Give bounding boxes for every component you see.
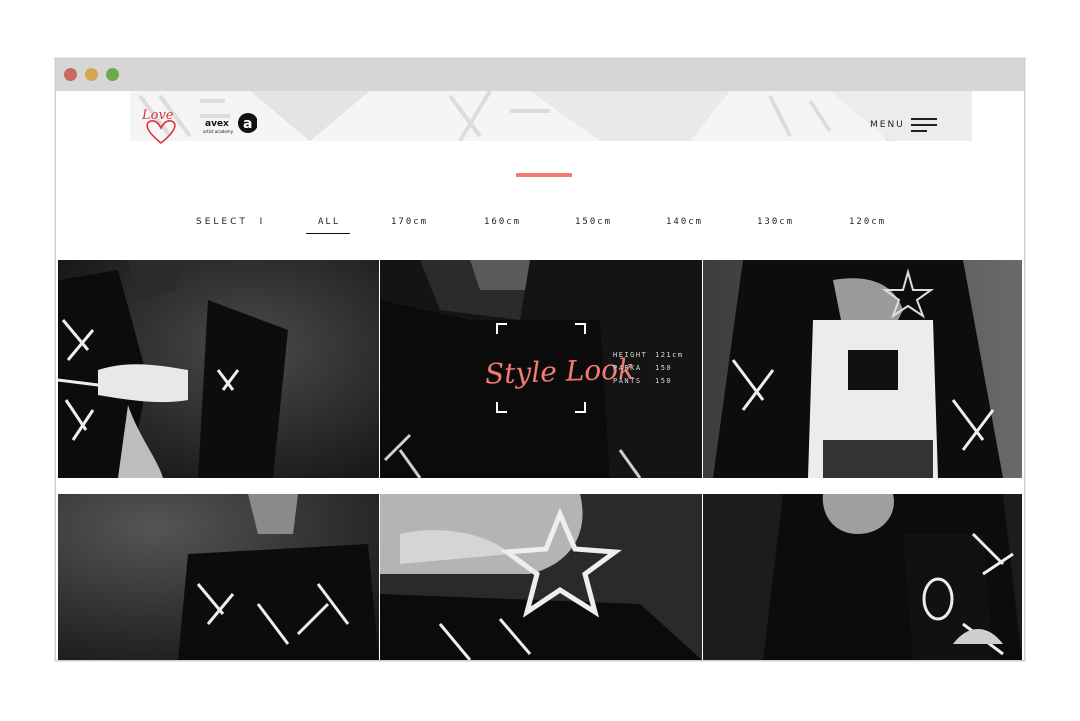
spec-height: HEIGHT 121cm (613, 351, 684, 359)
filter-170cm[interactable]: 170cm (391, 217, 428, 227)
spec-parka: PARKA 150 (613, 364, 673, 372)
page-viewport: Love a avex artist academy MENU SELECT I… (58, 91, 1022, 660)
height-filter-bar: SELECT I ALL 170cm 160cm 150cm 140cm 130… (58, 217, 1022, 241)
spec-pants: PANTS 150 (613, 377, 673, 385)
minimize-window-button[interactable] (85, 68, 98, 81)
filter-150cm[interactable]: 150cm (575, 217, 612, 227)
menu-label[interactable]: MENU (870, 120, 905, 130)
close-window-button[interactable] (64, 68, 77, 81)
look-card[interactable] (58, 260, 379, 478)
filter-130cm[interactable]: 130cm (757, 217, 794, 227)
browser-window: Love a avex artist academy MENU SELECT I… (55, 58, 1025, 661)
avex-logo-text: avex (205, 119, 229, 129)
love-logo-icon[interactable]: Love (140, 105, 182, 147)
browser-toolbar (56, 59, 1024, 91)
filter-120cm[interactable]: 120cm (849, 217, 886, 227)
avex-logo-subtext: artist academy (203, 129, 234, 134)
svg-text:a: a (243, 116, 252, 132)
filter-all[interactable]: ALL (305, 217, 351, 234)
filter-160cm[interactable]: 160cm (484, 217, 521, 227)
look-card[interactable] (703, 494, 1022, 660)
filter-140cm[interactable]: 140cm (666, 217, 703, 227)
featured-look-card[interactable]: Style Look HEIGHT 121cm PARKA 150 PANTS 150 (380, 260, 702, 478)
hamburger-menu-icon[interactable] (911, 117, 937, 133)
section-accent-divider (516, 173, 572, 177)
select-label: SELECT I (196, 217, 266, 227)
look-card[interactable] (703, 260, 1022, 478)
avex-logo-icon[interactable]: a avex artist academy (203, 113, 258, 135)
maximize-window-button[interactable] (106, 68, 119, 81)
look-card[interactable] (58, 494, 379, 660)
look-card[interactable] (380, 494, 702, 660)
